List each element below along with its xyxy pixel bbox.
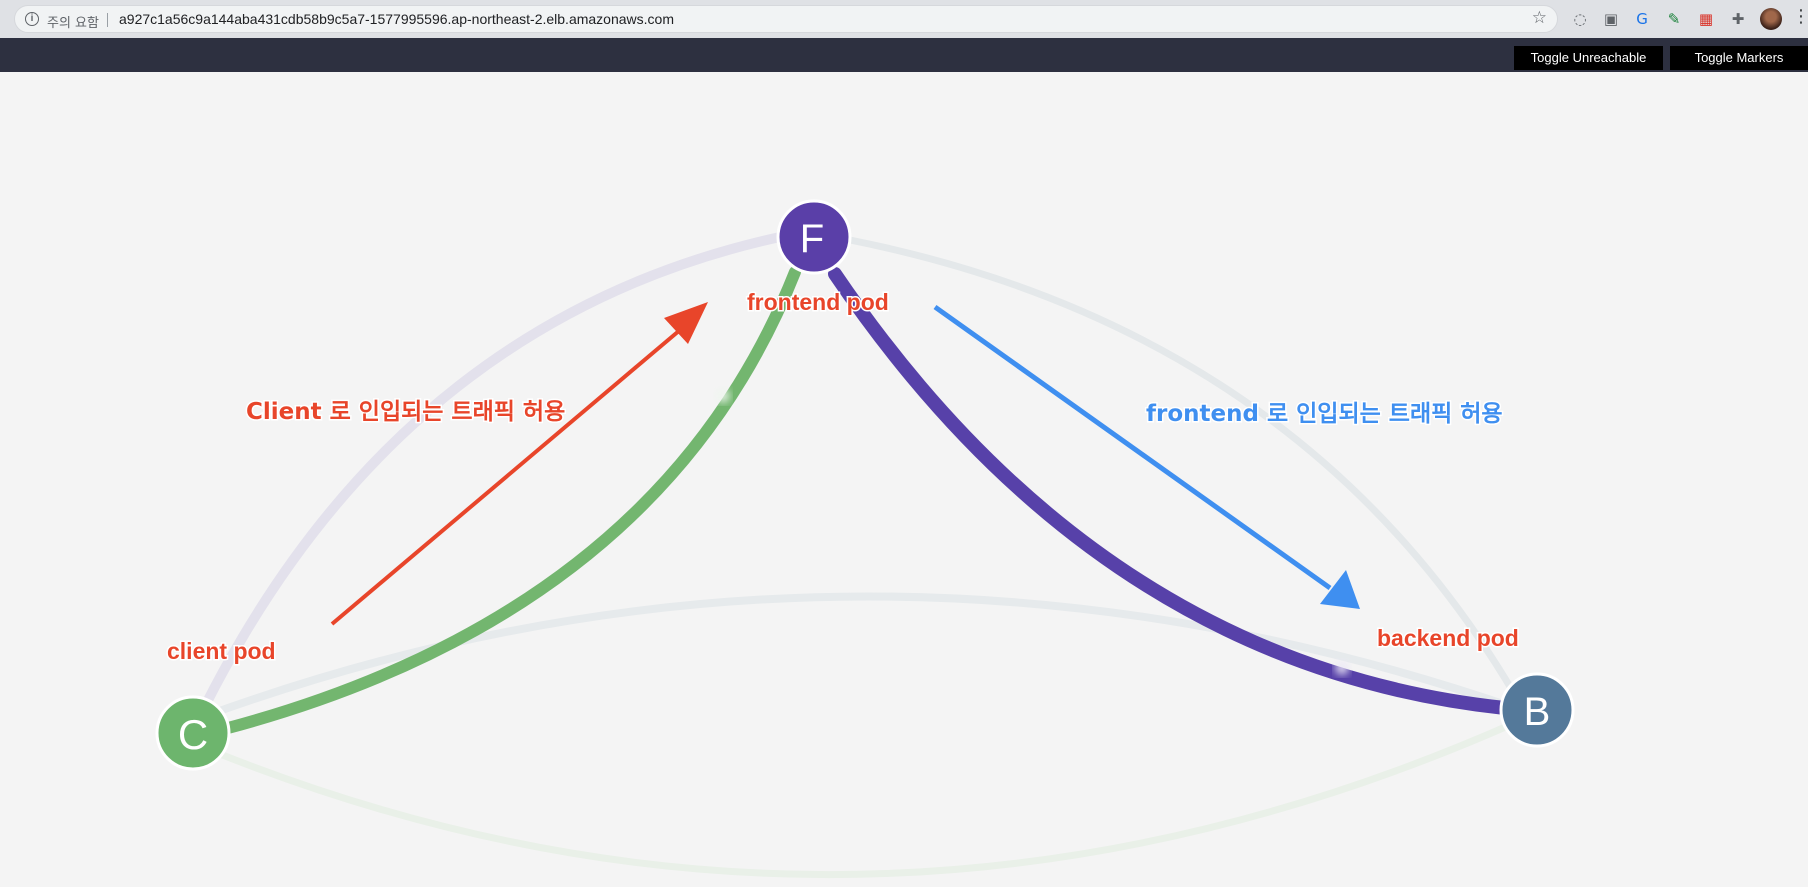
- backend-pod-label: backend pod: [1377, 625, 1519, 651]
- faint-link-backend-client: [213, 721, 1512, 879]
- info-icon[interactable]: i: [25, 12, 39, 26]
- omnibox-divider: [107, 13, 108, 27]
- client-to-frontend-link: [222, 266, 801, 734]
- toggle-unreachable-button[interactable]: Toggle Unreachable: [1514, 46, 1663, 70]
- network-graph: C F B client pod frontend pod backend po…: [155, 199, 1575, 879]
- browser-address-bar: i 주의 요함 a927c1a56c9a144aba431cdb58b9c5a7…: [0, 0, 1808, 38]
- extension-grid-icon[interactable]: ▦: [1696, 9, 1716, 29]
- faint-link-client-backend: [198, 592, 1517, 722]
- client-node-letter: C: [178, 711, 208, 758]
- extensions-puzzle-icon[interactable]: ✚: [1728, 9, 1748, 29]
- blue-arrow-head: [1320, 570, 1360, 609]
- url-text[interactable]: a927c1a56c9a144aba431cdb58b9c5a7-1577995…: [119, 11, 674, 27]
- backend-node[interactable]: B: [1499, 672, 1575, 748]
- traffic-particle: [716, 389, 730, 403]
- red-arrow-shaft: [330, 328, 682, 626]
- backend-node-letter: B: [1524, 690, 1551, 734]
- frontend-ingress-annotation: frontend 로 인입되는 트래픽 허용: [1146, 401, 1503, 427]
- extension-pen-icon[interactable]: ✎: [1664, 9, 1684, 29]
- blue-arrow-shaft: [933, 304, 1332, 591]
- client-ingress-annotation: Client 로 인입되는 트래픽 허용: [246, 399, 565, 425]
- bookmark-star-icon[interactable]: ☆: [1532, 8, 1547, 28]
- client-node[interactable]: C: [155, 695, 231, 771]
- frontend-node[interactable]: F: [776, 199, 852, 275]
- client-pod-label: client pod: [167, 638, 276, 664]
- browser-menu-icon[interactable]: ⋮: [1792, 6, 1808, 27]
- toggle-markers-button[interactable]: Toggle Markers: [1670, 46, 1808, 70]
- extension-translate-icon[interactable]: G: [1632, 9, 1652, 29]
- profile-avatar[interactable]: [1760, 8, 1782, 30]
- traffic-particle: [1335, 661, 1349, 675]
- frontend-node-letter: F: [800, 217, 824, 261]
- app-toolbar: Toggle Unreachable Toggle Markers: [0, 38, 1808, 72]
- security-label[interactable]: 주의 요함: [47, 12, 99, 31]
- extension-shield-icon[interactable]: ◌: [1570, 9, 1590, 29]
- extension-box-icon[interactable]: ▣: [1601, 9, 1621, 29]
- omnibox[interactable]: i 주의 요함 a927c1a56c9a144aba431cdb58b9c5a7…: [14, 5, 1558, 33]
- frontend-pod-label: frontend pod: [747, 289, 889, 315]
